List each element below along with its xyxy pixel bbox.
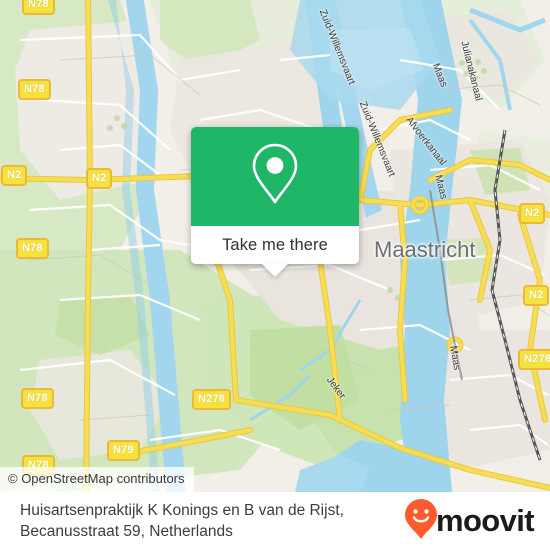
road-shield[interactable]: N2 <box>86 168 113 189</box>
road-shield[interactable]: N78 <box>21 388 54 409</box>
road-shield[interactable]: N2 <box>1 165 28 186</box>
road-shield[interactable]: N2 <box>523 285 550 306</box>
road-shield[interactable]: N78 <box>16 238 49 259</box>
road-shield[interactable]: N2 <box>519 203 546 224</box>
moovit-smiley-pin-icon <box>404 498 438 545</box>
road-shield[interactable]: N78 <box>22 0 55 15</box>
place-address-title: Huisartsenpraktijk K Konings en B van de… <box>20 502 344 540</box>
take-me-there-button[interactable]: Take me there <box>222 236 328 255</box>
place-popup-card[interactable]: Take me there <box>191 127 359 277</box>
road-shield[interactable]: N278 <box>518 349 550 370</box>
osm-attribution[interactable]: © OpenStreetMap contributors <box>0 467 194 492</box>
road-shield[interactable]: N278 <box>192 389 232 410</box>
moovit-brand[interactable]: moovit <box>404 498 550 545</box>
road-shield[interactable]: N78 <box>18 79 51 100</box>
card-action-bar[interactable]: Take me there <box>191 226 359 277</box>
card-pointer-tail <box>261 263 289 277</box>
moovit-wordmark: moovit <box>435 503 535 538</box>
card-header <box>191 127 359 226</box>
map-screenshot-root: N78 N78 N2 N2 N78 N78 N78 N79 N278 N2 N2… <box>0 0 550 550</box>
road-shield[interactable]: N79 <box>107 440 140 461</box>
footer-bar: Huisartsenpraktijk K Konings en B van de… <box>0 492 550 550</box>
location-pin-icon <box>248 141 302 212</box>
